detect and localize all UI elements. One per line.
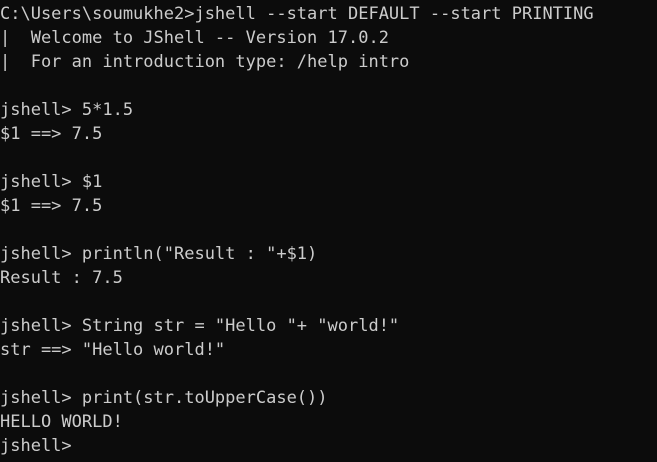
command-line: C:\Users\soumukhe2>jshell --start DEFAUL… bbox=[0, 4, 594, 24]
output-line: $1 ==> 7.5 bbox=[0, 196, 103, 216]
output-line: Result : 7.5 bbox=[0, 268, 123, 288]
output-line: str ==> "Hello world!" bbox=[0, 340, 226, 360]
output-line: $1 ==> 7.5 bbox=[0, 124, 103, 144]
welcome-banner-line: | Welcome to JShell -- Version 17.0.2 bbox=[0, 28, 389, 48]
terminal-window[interactable]: C:\Users\soumukhe2>jshell --start DEFAUL… bbox=[0, 0, 657, 462]
intro-hint-line: | For an introduction type: /help intro bbox=[0, 52, 410, 72]
prompt-line: jshell> 5*1.5 bbox=[0, 100, 134, 120]
output-line: HELLO WORLD! bbox=[0, 412, 123, 432]
prompt-line: jshell> $1 bbox=[0, 172, 103, 192]
prompt-line: jshell> String str = "Hello "+ "world!" bbox=[0, 316, 400, 336]
active-prompt-line[interactable]: jshell> bbox=[0, 434, 657, 458]
prompt-line: jshell> println("Result : "+$1) bbox=[0, 244, 318, 264]
prompt-line: jshell> print(str.toUpperCase()) bbox=[0, 388, 328, 408]
